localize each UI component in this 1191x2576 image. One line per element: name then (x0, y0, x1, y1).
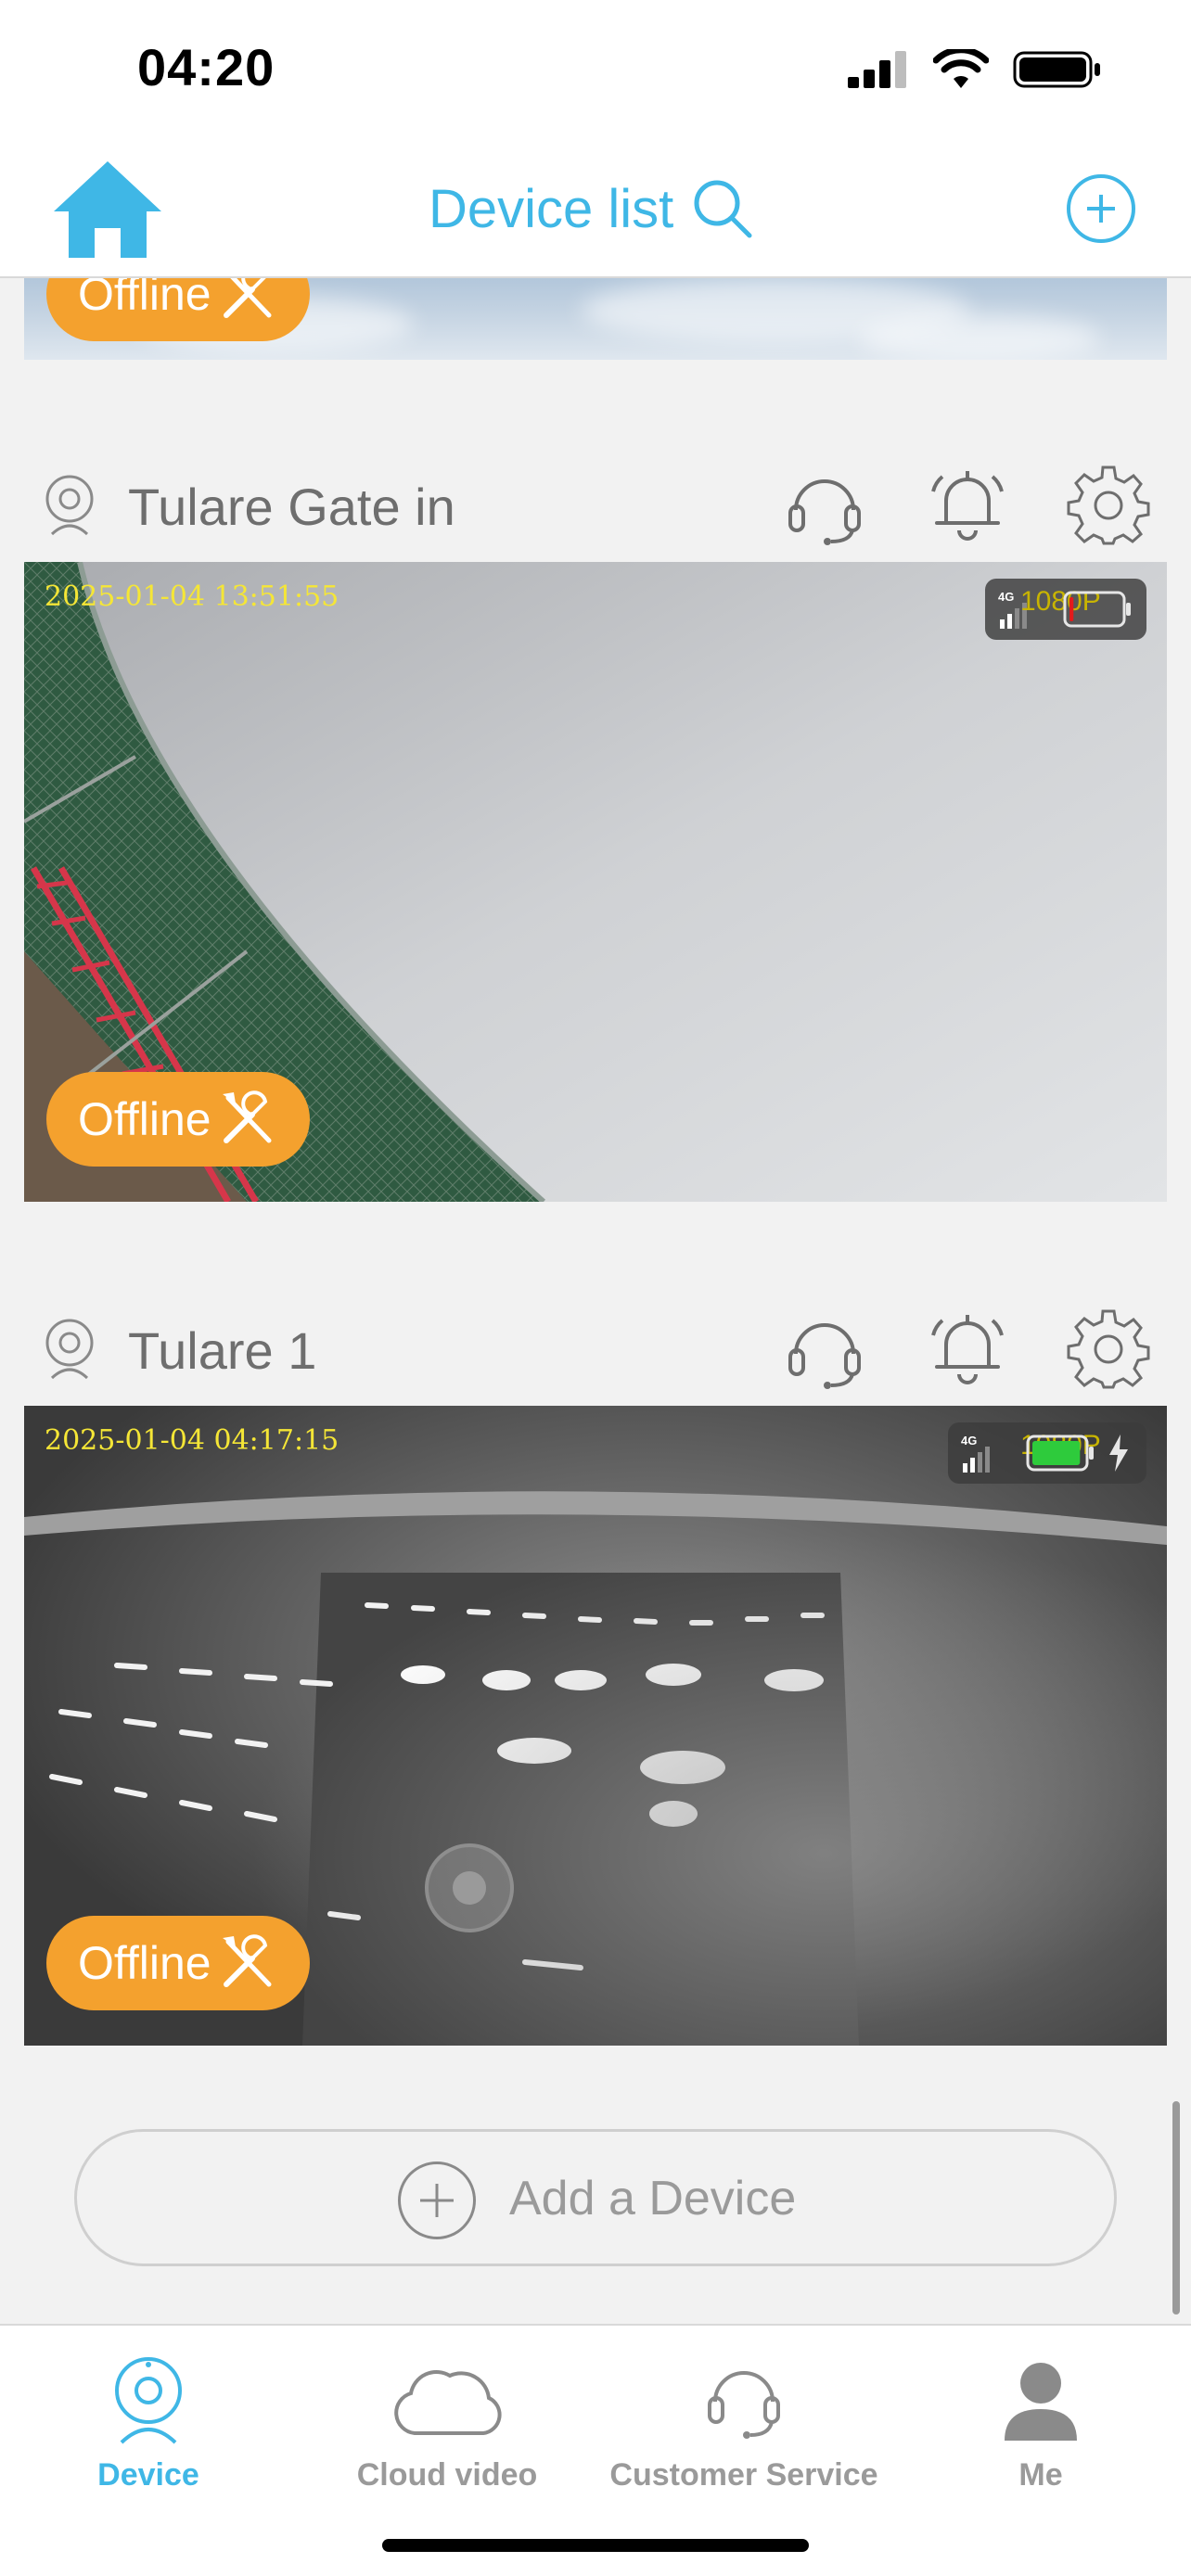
device-video-preview[interactable]: 2025-01-04 13:51:55 4G 1080P Offline (24, 562, 1167, 1202)
alarm-bell-icon[interactable] (926, 1306, 1009, 1389)
cloud-icon (394, 2370, 502, 2435)
battery-icon (1013, 51, 1100, 88)
person-icon (1005, 2363, 1077, 2441)
video-timestamp: 2025-01-04 04:17:15 (45, 1424, 339, 1457)
home-icon[interactable] (50, 158, 165, 261)
tools-icon (223, 278, 272, 318)
device-list[interactable]: Offline Tulare Gate in 2025-01-04 13:51:… (0, 278, 1191, 2324)
headset-icon[interactable] (783, 462, 866, 545)
tab-customer-service[interactable]: Customer Service (596, 2339, 892, 2506)
camera-icon (45, 1319, 94, 1380)
status-time: 04:20 (137, 38, 275, 96)
device-name[interactable]: Tulare 1 (128, 1320, 316, 1381)
gear-icon[interactable] (1067, 1306, 1150, 1389)
tools-icon (222, 1934, 272, 1987)
status-icons (848, 45, 1102, 95)
device-list-screen: 04:20 Device list Offline Tulare Gate in… (0, 0, 1191, 2576)
offline-badge[interactable]: Offline (46, 278, 310, 341)
camera-icon (45, 475, 94, 536)
device-video-preview[interactable]: 2025-01-04 04:17:15 4G 1080P (24, 1406, 1167, 2046)
tab-me[interactable]: Me (892, 2339, 1189, 2506)
cellular-4g-icon: 4G (961, 1434, 990, 1473)
headset-icon[interactable] (783, 1306, 866, 1389)
device-name[interactable]: Tulare Gate in (128, 477, 455, 537)
wifi-icon (933, 49, 989, 88)
battery-low-icon (1063, 591, 1131, 628)
tools-icon (222, 1090, 272, 1143)
scrollbar[interactable] (1172, 2101, 1180, 2315)
add-a-device-label: Add a Device (509, 2172, 797, 2225)
headset-icon (708, 2371, 780, 2439)
add-a-device-button[interactable]: Add a Device (74, 2129, 1117, 2266)
tab-device[interactable]: Device (0, 2339, 297, 2506)
svg-text:4G: 4G (961, 1434, 977, 1447)
plus-circle-icon (398, 2162, 476, 2239)
signal-status-badge: 4G 1080P (948, 1422, 1146, 1484)
gear-icon[interactable] (1067, 462, 1150, 545)
home-indicator (382, 2539, 809, 2552)
camera-icon (115, 2357, 182, 2444)
add-device-button[interactable] (1067, 174, 1135, 243)
charging-bolt-icon (1109, 1435, 1128, 1472)
video-timestamp: 2025-01-04 13:51:55 (45, 580, 339, 613)
tab-cloud-video[interactable]: Cloud video (299, 2339, 596, 2506)
device-header: Tulare Gate in (0, 432, 1191, 562)
offline-badge[interactable]: Offline (46, 1916, 310, 2010)
svg-text:4G: 4G (998, 590, 1014, 604)
offline-badge[interactable]: Offline (46, 1072, 310, 1167)
search-icon[interactable] (690, 176, 755, 241)
device-video-preview[interactable]: Offline (24, 278, 1167, 360)
status-bar: 04:20 (0, 0, 1191, 139)
cellular-signal-icon (848, 51, 906, 88)
page-title: Device list (429, 179, 674, 239)
alarm-bell-icon[interactable] (926, 462, 1009, 545)
battery-full-icon (1026, 1435, 1094, 1472)
signal-status-badge: 4G 1080P (985, 579, 1146, 640)
device-header: Tulare 1 (0, 1276, 1191, 1406)
nav-bar: Device list (0, 139, 1191, 278)
